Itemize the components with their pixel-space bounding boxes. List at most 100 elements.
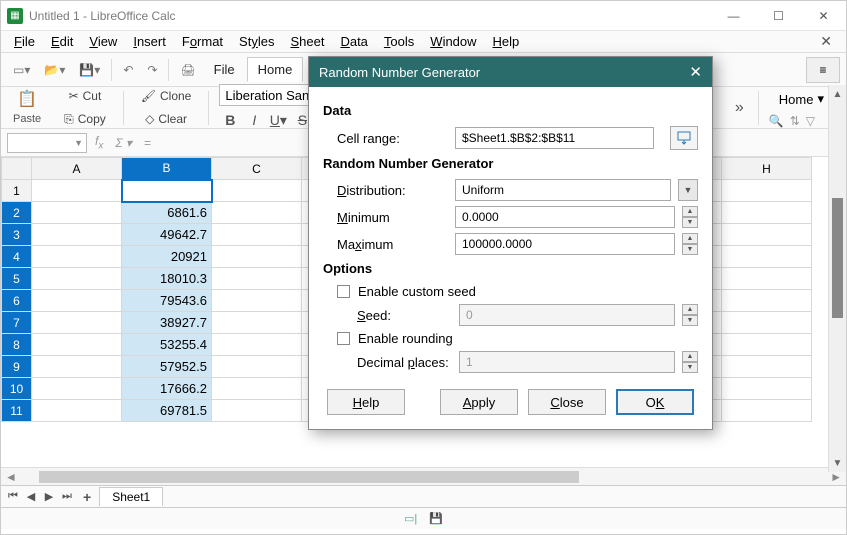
cell[interactable] — [212, 334, 302, 356]
sum-icon[interactable]: Σ ▾ — [111, 136, 136, 150]
cell[interactable] — [212, 224, 302, 246]
help-button[interactable]: Help — [327, 389, 405, 415]
close-button[interactable]: Close — [528, 389, 606, 415]
cell[interactable] — [722, 246, 812, 268]
dialog-titlebar[interactable]: Random Number Generator ✕ — [309, 57, 712, 87]
row-header[interactable]: 7 — [2, 312, 32, 334]
cell[interactable] — [722, 180, 812, 202]
cell[interactable] — [212, 180, 302, 202]
dialog-close-button[interactable]: ✕ — [689, 63, 702, 81]
cell[interactable] — [32, 246, 122, 268]
cell[interactable]: 20921 — [122, 246, 212, 268]
custom-seed-checkbox[interactable] — [337, 285, 350, 298]
cell[interactable]: 49642.7 — [122, 224, 212, 246]
tab-home[interactable]: Home — [247, 57, 304, 82]
equals-icon[interactable]: = — [140, 136, 155, 150]
cell[interactable] — [722, 334, 812, 356]
enable-rounding-checkbox[interactable] — [337, 332, 350, 345]
menu-help[interactable]: Help — [486, 32, 527, 51]
save-status-icon[interactable]: 💾 — [429, 512, 443, 525]
copy-button[interactable]: ⎘Copy — [57, 108, 113, 131]
add-sheet-button[interactable]: + — [77, 489, 97, 505]
tab-last[interactable]: ⏭ — [59, 490, 75, 503]
cell[interactable] — [32, 180, 122, 202]
col-header-c[interactable]: C — [212, 158, 302, 180]
open-button[interactable]: 📂▾ — [38, 60, 71, 80]
cell[interactable] — [32, 224, 122, 246]
print-button[interactable]: 🖨 — [174, 60, 201, 80]
cell[interactable] — [722, 268, 812, 290]
minimum-input[interactable]: 0.0000 — [455, 206, 675, 228]
new-button[interactable]: ▭▾ — [7, 60, 36, 80]
clear-button[interactable]: ◇Clear — [138, 108, 194, 130]
distribution-combo[interactable]: Uniform — [455, 179, 671, 201]
row-header[interactable]: 6 — [2, 290, 32, 312]
menu-tools[interactable]: Tools — [377, 32, 421, 51]
cell[interactable] — [722, 224, 812, 246]
close-document-button[interactable]: ✕ — [812, 33, 840, 50]
cell[interactable] — [32, 400, 122, 422]
ribbon-overflow[interactable]: » — [725, 99, 754, 117]
dropdown-icon[interactable]: ▼ — [678, 179, 698, 201]
hamburger-menu[interactable]: ≡ — [806, 57, 840, 83]
vertical-scrollbar[interactable]: ▲ ▼ — [828, 85, 846, 472]
scroll-up-icon[interactable]: ▲ — [829, 85, 846, 103]
col-header-a[interactable]: A — [32, 158, 122, 180]
bold-button[interactable]: B — [219, 109, 241, 131]
horizontal-scrollbar[interactable]: ◄ ► — [1, 467, 846, 485]
cell[interactable] — [212, 202, 302, 224]
scroll-left-icon[interactable]: ◄ — [1, 470, 21, 484]
shrink-ref-button[interactable] — [670, 126, 698, 150]
scrollbar-track[interactable] — [829, 103, 846, 454]
cell[interactable] — [32, 312, 122, 334]
tab-first[interactable]: ⏮ — [5, 490, 21, 503]
cell[interactable] — [32, 202, 122, 224]
sort-icon[interactable]: ⇅ — [790, 114, 800, 128]
cell[interactable] — [212, 312, 302, 334]
redo-button[interactable]: ↷ — [141, 60, 163, 80]
menu-edit[interactable]: Edit — [44, 32, 80, 51]
cell[interactable] — [212, 290, 302, 312]
cell[interactable] — [722, 290, 812, 312]
row-header[interactable]: 1 — [2, 180, 32, 202]
tab-prev[interactable]: ◀ — [23, 490, 39, 503]
section-home[interactable]: Home ▾ — [769, 87, 834, 111]
row-header[interactable]: 4 — [2, 246, 32, 268]
cell[interactable] — [722, 400, 812, 422]
scroll-down-icon[interactable]: ▼ — [829, 454, 846, 472]
tab-file[interactable]: File — [204, 58, 245, 81]
col-header-h[interactable]: H — [722, 158, 812, 180]
paste-icon[interactable]: 📋 — [17, 89, 37, 109]
cell[interactable] — [722, 312, 812, 334]
menu-sheet[interactable]: Sheet — [283, 32, 331, 51]
selection-mode-icon[interactable]: ▭| — [404, 512, 417, 525]
cut-button[interactable]: ✂Cut — [62, 85, 109, 107]
filter-icon[interactable]: ▽ — [806, 114, 815, 128]
clone-button[interactable]: 🖌Clone — [134, 85, 199, 107]
fx-icon[interactable]: fx — [91, 134, 107, 151]
cell[interactable] — [32, 334, 122, 356]
select-all-corner[interactable] — [2, 158, 32, 180]
scrollbar-thumb[interactable] — [832, 198, 843, 318]
cell[interactable] — [212, 400, 302, 422]
cell[interactable]: 53255.4 — [122, 334, 212, 356]
minimize-button[interactable]: — — [711, 1, 756, 31]
cell[interactable] — [32, 290, 122, 312]
ok-button[interactable]: OK — [616, 389, 694, 415]
cell[interactable] — [212, 246, 302, 268]
find-icon[interactable]: 🔍 — [769, 114, 784, 128]
maximum-spinner[interactable]: ▲▼ — [682, 233, 698, 255]
apply-button[interactable]: Apply — [440, 389, 518, 415]
menu-data[interactable]: Data — [333, 32, 374, 51]
row-header[interactable]: 11 — [2, 400, 32, 422]
cell[interactable] — [32, 378, 122, 400]
menu-window[interactable]: Window — [423, 32, 483, 51]
row-header[interactable]: 5 — [2, 268, 32, 290]
row-header[interactable]: 10 — [2, 378, 32, 400]
cell[interactable] — [32, 356, 122, 378]
underline-button[interactable]: U▾ — [267, 109, 289, 131]
menu-view[interactable]: View — [82, 32, 124, 51]
cell[interactable] — [722, 356, 812, 378]
cell-active[interactable] — [122, 180, 212, 202]
maximum-input[interactable]: 100000.0000 — [455, 233, 675, 255]
